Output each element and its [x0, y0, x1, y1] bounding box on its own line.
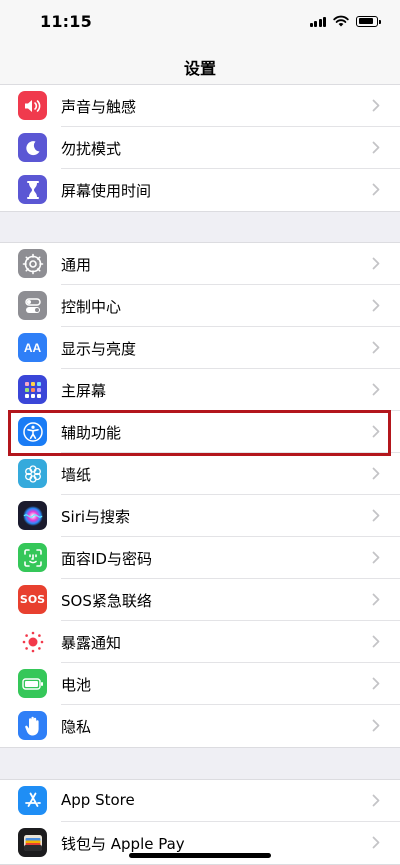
settings-group-1: 声音与触感 勿扰模式 屏幕使用时间 — [0, 84, 400, 212]
status-time: 11:15 — [40, 12, 92, 31]
face-id-icon — [18, 543, 47, 572]
chevron-right-icon — [372, 677, 380, 690]
chevron-right-icon — [372, 257, 380, 270]
sos-glyph: SOS — [19, 593, 46, 606]
home-grid-icon — [18, 375, 47, 404]
settings-group-2: 通用 控制中心 AA 显示与亮度 主屏幕 辅助功能 墙纸 Siri与搜索 面容I… — [0, 242, 400, 748]
exposure-icon — [18, 627, 47, 656]
accessibility-icon — [18, 417, 47, 446]
row-label: 电池 — [61, 676, 92, 694]
settings-row-home-screen[interactable]: 主屏幕 — [0, 369, 400, 411]
chevron-right-icon — [372, 383, 380, 396]
page-title: 设置 — [183, 59, 216, 78]
row-label: 勿扰模式 — [61, 140, 122, 158]
row-label: 屏幕使用时间 — [61, 182, 152, 200]
chevron-right-icon — [372, 299, 380, 312]
sos-icon: SOS — [18, 585, 47, 614]
row-label: 通用 — [61, 256, 92, 274]
settings-row-emergency-sos[interactable]: SOS SOS紧急联络 — [0, 579, 400, 621]
row-label: 主屏幕 — [61, 382, 107, 400]
settings-row-face-id-passcode[interactable]: 面容ID与密码 — [0, 537, 400, 579]
home-indicator — [129, 853, 271, 858]
chevron-right-icon — [372, 593, 380, 606]
speaker-icon — [18, 91, 47, 120]
row-label: SOS紧急联络 — [61, 592, 152, 610]
app-store-icon — [18, 786, 47, 815]
settings-row-siri-search[interactable]: Siri与搜索 — [0, 495, 400, 537]
settings-row-app-store[interactable]: App Store — [0, 780, 400, 822]
row-label: Siri与搜索 — [61, 508, 131, 526]
chevron-right-icon — [372, 467, 380, 480]
chevron-right-icon — [372, 794, 380, 807]
settings-row-privacy[interactable]: 隐私 — [0, 705, 400, 747]
chevron-right-icon — [372, 141, 380, 154]
row-label: 声音与触感 — [61, 98, 137, 116]
row-label: 面容ID与密码 — [61, 550, 152, 568]
settings-row-screen-time[interactable]: 屏幕使用时间 — [0, 169, 400, 211]
status-icons — [309, 14, 381, 28]
settings-row-general[interactable]: 通用 — [0, 243, 400, 285]
moon-icon — [18, 133, 47, 162]
row-label: 辅助功能 — [61, 424, 122, 442]
battery-icon — [18, 669, 47, 698]
text-size-glyph: AA — [23, 340, 42, 355]
chevron-right-icon — [372, 635, 380, 648]
chevron-right-icon — [372, 425, 380, 438]
wifi-icon — [333, 15, 349, 27]
toggles-icon — [18, 291, 47, 320]
navigation-bar: 设置 — [0, 44, 400, 87]
row-label: 钱包与 Apple Pay — [61, 835, 185, 853]
cellular-signal-icon — [309, 16, 326, 27]
chevron-right-icon — [372, 341, 380, 354]
hourglass-icon — [18, 175, 47, 204]
settings-row-display-brightness[interactable]: AA 显示与亮度 — [0, 327, 400, 369]
settings-row-control-center[interactable]: 控制中心 — [0, 285, 400, 327]
settings-row-do-not-disturb[interactable]: 勿扰模式 — [0, 127, 400, 169]
chevron-right-icon — [372, 99, 380, 112]
chevron-right-icon — [372, 509, 380, 522]
row-label: App Store — [61, 791, 135, 809]
settings-row-wallpaper[interactable]: 墙纸 — [0, 453, 400, 495]
hand-icon — [18, 711, 47, 740]
text-size-icon: AA — [18, 333, 47, 362]
row-label: 隐私 — [61, 718, 92, 736]
settings-row-exposure-notifications[interactable]: 暴露通知 — [0, 621, 400, 663]
row-label: 控制中心 — [61, 298, 122, 316]
gear-icon — [18, 249, 47, 278]
settings-row-accessibility[interactable]: 辅助功能 — [0, 411, 400, 453]
chevron-right-icon — [372, 183, 380, 196]
row-label: 墙纸 — [61, 466, 92, 484]
siri-icon — [18, 501, 47, 530]
chevron-right-icon — [372, 719, 380, 732]
row-label: 暴露通知 — [61, 634, 122, 652]
flower-icon — [18, 459, 47, 488]
row-label: 显示与亮度 — [61, 340, 137, 358]
settings-row-sounds-haptics[interactable]: 声音与触感 — [0, 85, 400, 127]
status-bar: 11:15 — [0, 0, 400, 44]
battery-icon — [356, 15, 381, 27]
wallet-icon — [18, 828, 47, 857]
chevron-right-icon — [372, 836, 380, 849]
settings-row-battery[interactable]: 电池 — [0, 663, 400, 705]
chevron-right-icon — [372, 551, 380, 564]
